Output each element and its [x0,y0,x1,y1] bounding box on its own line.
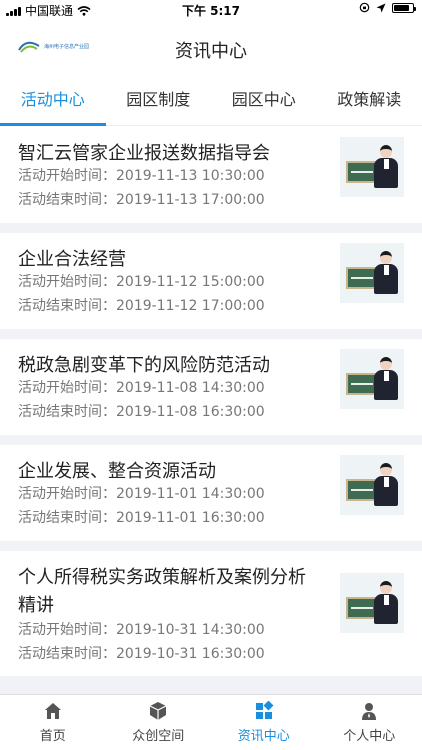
end-label: 活动结束时间： [18,298,116,314]
activity-card[interactable]: 个人所得税实务政策解析及案例分析精讲 活动开始时间：2019-10-31 14:… [0,551,422,676]
end-label: 活动结束时间： [18,192,116,208]
end-label: 活动结束时间： [18,510,116,526]
battery-icon [392,2,416,13]
end-label: 活动结束时间： [18,404,116,420]
activity-title: 智汇云管家企业报送数据指导会 [18,143,270,164]
activity-thumbnail [340,137,404,197]
nav-maker-space[interactable]: 众创空间 [106,695,212,750]
end-time: 2019-10-31 16:30:00 [116,646,265,662]
start-label: 活动开始时间： [18,380,116,396]
home-icon [44,703,61,719]
activity-card[interactable]: 税政急剧变革下的风险防范活动 活动开始时间：2019-11-08 14:30:0… [0,339,422,435]
activity-title: 税政急剧变革下的风险防范活动 [18,355,270,376]
start-label: 活动开始时间： [18,486,116,502]
end-time: 2019-11-12 17:00:00 [116,298,265,314]
start-time: 2019-10-31 14:30:00 [116,622,265,638]
tab-policy-interpretation[interactable]: 政策解读 [317,76,422,125]
start-time: 2019-11-08 14:30:00 [116,380,265,396]
activity-thumbnail [340,349,404,409]
activity-title: 企业发展、整合资源活动 [18,461,216,482]
page-title: 资讯中心 [175,41,247,62]
tab-activity-center[interactable]: 活动中心 [0,76,106,126]
activity-end: 活动结束时间：2019-11-13 17:00:00 [18,189,265,209]
activity-title: 个人所得税实务政策解析及案例分析精讲 [18,567,306,616]
battery-level [394,4,410,11]
activity-start: 活动开始时间：2019-10-31 14:30:00 [18,619,265,639]
start-time: 2019-11-12 15:00:00 [116,274,265,290]
start-label: 活动开始时间： [18,622,116,638]
nav-news-center[interactable]: 资讯中心 [211,695,317,750]
activity-end: 活动结束时间：2019-11-01 16:30:00 [18,507,265,527]
activity-thumbnail [340,243,404,303]
start-time: 2019-11-01 14:30:00 [116,486,265,502]
activity-start: 活动开始时间：2019-11-12 15:00:00 [18,271,265,291]
activity-end: 活动结束时间：2019-10-31 16:30:00 [18,643,265,663]
activity-end: 活动结束时间：2019-11-08 16:30:00 [18,401,265,421]
nav-label: 资讯中心 [237,729,290,744]
activity-title: 企业合法经营 [18,249,126,270]
end-time: 2019-11-13 17:00:00 [116,192,265,208]
nav-label: 首页 [39,729,66,744]
orientation-lock-icon [359,2,370,13]
cube-icon [149,702,167,720]
activity-start: 活动开始时间：2019-11-08 14:30:00 [18,377,265,397]
tab-park-center[interactable]: 园区中心 [211,76,317,125]
activity-thumbnail [340,573,404,633]
tab-park-rules[interactable]: 园区制度 [106,76,212,125]
activity-card[interactable]: 企业合法经营 活动开始时间：2019-11-12 15:00:00 活动结束时间… [0,233,422,329]
activity-end: 活动结束时间：2019-11-12 17:00:00 [18,295,265,315]
status-bar: 中国联通 下午 5:17 [0,0,422,20]
start-time: 2019-11-13 10:30:00 [116,168,265,184]
nav-personal-center[interactable]: 个人中心 [317,695,422,750]
activity-list: 智汇云管家企业报送数据指导会 活动开始时间：2019-11-13 10:30:0… [0,127,422,694]
activity-start: 活动开始时间：2019-11-01 14:30:00 [18,483,265,503]
category-tabs: 活动中心 园区制度 园区中心 政策解读 [0,76,422,126]
grid-icon [255,701,274,719]
activity-start: 活动开始时间：2019-11-13 10:30:00 [18,165,265,185]
activity-thumbnail [340,455,404,515]
start-label: 活动开始时间： [18,274,116,290]
nav-label: 个人中心 [343,729,396,744]
activity-card[interactable]: 智汇云管家企业报送数据指导会 活动开始时间：2019-11-13 10:30:0… [0,127,422,223]
nav-label: 众创空间 [132,729,185,744]
end-time: 2019-11-01 16:30:00 [116,510,265,526]
start-label: 活动开始时间： [18,168,116,184]
end-time: 2019-11-08 16:30:00 [116,404,265,420]
nav-home[interactable]: 首页 [0,695,106,750]
location-icon [376,3,386,12]
person-icon [362,703,377,720]
bottom-nav: 首页 众创空间 资讯中心 个人中心 [0,694,422,750]
end-label: 活动结束时间： [18,646,116,662]
activity-card[interactable]: 企业发展、整合资源活动 活动开始时间：2019-11-01 14:30:00 活… [0,445,422,541]
status-right [359,2,416,13]
app-header: 海州电子信息产业园 资讯中心 [0,20,422,76]
